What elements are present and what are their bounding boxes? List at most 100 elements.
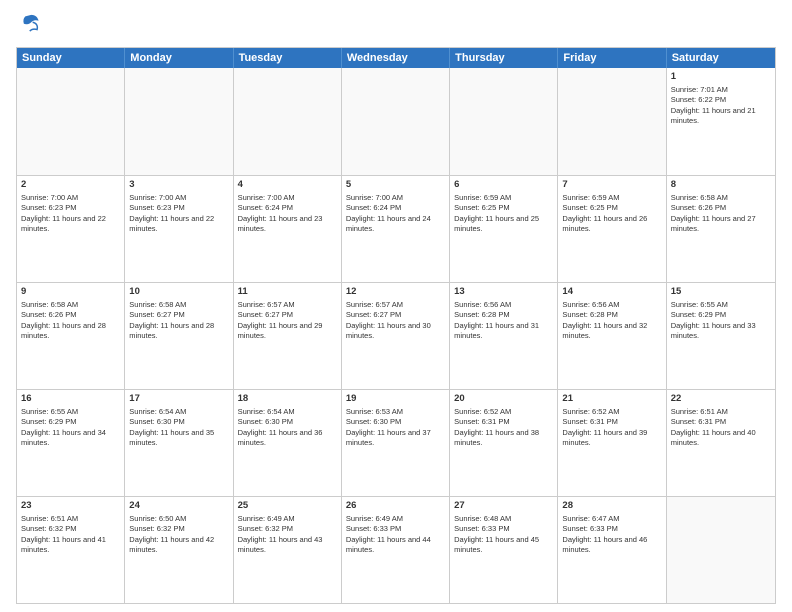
day-cell-23: 23Sunrise: 6:51 AM Sunset: 6:32 PM Dayli… [17, 497, 125, 603]
day-number: 1 [671, 71, 771, 84]
day-info: Sunrise: 6:47 AM Sunset: 6:33 PM Dayligh… [562, 514, 647, 555]
day-cell-11: 11Sunrise: 6:57 AM Sunset: 6:27 PM Dayli… [234, 283, 342, 389]
day-cell-13: 13Sunrise: 6:56 AM Sunset: 6:28 PM Dayli… [450, 283, 558, 389]
day-info: Sunrise: 6:48 AM Sunset: 6:33 PM Dayligh… [454, 514, 539, 555]
day-number: 8 [671, 179, 771, 192]
day-info: Sunrise: 6:53 AM Sunset: 6:30 PM Dayligh… [346, 407, 431, 448]
empty-cell [450, 68, 558, 175]
day-cell-12: 12Sunrise: 6:57 AM Sunset: 6:27 PM Dayli… [342, 283, 450, 389]
calendar-week-1: 1Sunrise: 7:01 AM Sunset: 6:22 PM Daylig… [17, 68, 775, 175]
day-cell-17: 17Sunrise: 6:54 AM Sunset: 6:30 PM Dayli… [125, 390, 233, 496]
day-number: 25 [238, 500, 337, 513]
weekday-header-sunday: Sunday [17, 48, 125, 68]
empty-cell [342, 68, 450, 175]
day-number: 28 [562, 500, 661, 513]
empty-cell [17, 68, 125, 175]
weekday-header-wednesday: Wednesday [342, 48, 450, 68]
day-info: Sunrise: 6:54 AM Sunset: 6:30 PM Dayligh… [238, 407, 323, 448]
calendar: SundayMondayTuesdayWednesdayThursdayFrid… [16, 47, 776, 604]
day-info: Sunrise: 6:57 AM Sunset: 6:27 PM Dayligh… [238, 300, 323, 341]
day-info: Sunrise: 6:56 AM Sunset: 6:28 PM Dayligh… [454, 300, 539, 341]
day-number: 5 [346, 179, 445, 192]
day-cell-19: 19Sunrise: 6:53 AM Sunset: 6:30 PM Dayli… [342, 390, 450, 496]
day-number: 26 [346, 500, 445, 513]
day-cell-1: 1Sunrise: 7:01 AM Sunset: 6:22 PM Daylig… [667, 68, 775, 175]
day-info: Sunrise: 7:00 AM Sunset: 6:24 PM Dayligh… [238, 193, 323, 234]
weekday-header-friday: Friday [558, 48, 666, 68]
day-number: 3 [129, 179, 228, 192]
day-info: Sunrise: 6:58 AM Sunset: 6:26 PM Dayligh… [671, 193, 756, 234]
day-number: 15 [671, 286, 771, 299]
day-cell-10: 10Sunrise: 6:58 AM Sunset: 6:27 PM Dayli… [125, 283, 233, 389]
day-cell-24: 24Sunrise: 6:50 AM Sunset: 6:32 PM Dayli… [125, 497, 233, 603]
day-number: 21 [562, 393, 661, 406]
weekday-header-tuesday: Tuesday [234, 48, 342, 68]
day-info: Sunrise: 6:49 AM Sunset: 6:33 PM Dayligh… [346, 514, 431, 555]
calendar-week-2: 2Sunrise: 7:00 AM Sunset: 6:23 PM Daylig… [17, 175, 775, 282]
day-cell-9: 9Sunrise: 6:58 AM Sunset: 6:26 PM Daylig… [17, 283, 125, 389]
day-number: 9 [21, 286, 120, 299]
day-cell-2: 2Sunrise: 7:00 AM Sunset: 6:23 PM Daylig… [17, 176, 125, 282]
day-number: 27 [454, 500, 553, 513]
day-cell-7: 7Sunrise: 6:59 AM Sunset: 6:25 PM Daylig… [558, 176, 666, 282]
calendar-header: SundayMondayTuesdayWednesdayThursdayFrid… [17, 48, 775, 68]
day-info: Sunrise: 6:50 AM Sunset: 6:32 PM Dayligh… [129, 514, 214, 555]
page: SundayMondayTuesdayWednesdayThursdayFrid… [0, 0, 792, 612]
day-info: Sunrise: 6:51 AM Sunset: 6:32 PM Dayligh… [21, 514, 106, 555]
day-cell-16: 16Sunrise: 6:55 AM Sunset: 6:29 PM Dayli… [17, 390, 125, 496]
day-info: Sunrise: 6:55 AM Sunset: 6:29 PM Dayligh… [21, 407, 106, 448]
calendar-body: 1Sunrise: 7:01 AM Sunset: 6:22 PM Daylig… [17, 68, 775, 603]
day-info: Sunrise: 6:57 AM Sunset: 6:27 PM Dayligh… [346, 300, 431, 341]
day-number: 14 [562, 286, 661, 299]
empty-cell [667, 497, 775, 603]
calendar-week-4: 16Sunrise: 6:55 AM Sunset: 6:29 PM Dayli… [17, 389, 775, 496]
day-cell-27: 27Sunrise: 6:48 AM Sunset: 6:33 PM Dayli… [450, 497, 558, 603]
day-number: 11 [238, 286, 337, 299]
day-number: 6 [454, 179, 553, 192]
day-cell-21: 21Sunrise: 6:52 AM Sunset: 6:31 PM Dayli… [558, 390, 666, 496]
day-info: Sunrise: 6:58 AM Sunset: 6:27 PM Dayligh… [129, 300, 214, 341]
empty-cell [558, 68, 666, 175]
day-cell-26: 26Sunrise: 6:49 AM Sunset: 6:33 PM Dayli… [342, 497, 450, 603]
calendar-week-3: 9Sunrise: 6:58 AM Sunset: 6:26 PM Daylig… [17, 282, 775, 389]
calendar-week-5: 23Sunrise: 6:51 AM Sunset: 6:32 PM Dayli… [17, 496, 775, 603]
day-info: Sunrise: 6:49 AM Sunset: 6:32 PM Dayligh… [238, 514, 323, 555]
day-info: Sunrise: 6:55 AM Sunset: 6:29 PM Dayligh… [671, 300, 756, 341]
day-cell-14: 14Sunrise: 6:56 AM Sunset: 6:28 PM Dayli… [558, 283, 666, 389]
day-info: Sunrise: 6:59 AM Sunset: 6:25 PM Dayligh… [454, 193, 539, 234]
day-info: Sunrise: 6:52 AM Sunset: 6:31 PM Dayligh… [562, 407, 647, 448]
day-number: 18 [238, 393, 337, 406]
day-number: 13 [454, 286, 553, 299]
day-info: Sunrise: 6:58 AM Sunset: 6:26 PM Dayligh… [21, 300, 106, 341]
day-info: Sunrise: 6:59 AM Sunset: 6:25 PM Dayligh… [562, 193, 647, 234]
day-number: 17 [129, 393, 228, 406]
day-number: 10 [129, 286, 228, 299]
day-number: 7 [562, 179, 661, 192]
day-cell-3: 3Sunrise: 7:00 AM Sunset: 6:23 PM Daylig… [125, 176, 233, 282]
day-cell-28: 28Sunrise: 6:47 AM Sunset: 6:33 PM Dayli… [558, 497, 666, 603]
day-cell-18: 18Sunrise: 6:54 AM Sunset: 6:30 PM Dayli… [234, 390, 342, 496]
day-cell-5: 5Sunrise: 7:00 AM Sunset: 6:24 PM Daylig… [342, 176, 450, 282]
empty-cell [125, 68, 233, 175]
day-info: Sunrise: 7:00 AM Sunset: 6:23 PM Dayligh… [21, 193, 106, 234]
day-number: 24 [129, 500, 228, 513]
day-number: 16 [21, 393, 120, 406]
empty-cell [234, 68, 342, 175]
day-info: Sunrise: 7:00 AM Sunset: 6:24 PM Dayligh… [346, 193, 431, 234]
day-number: 19 [346, 393, 445, 406]
day-cell-20: 20Sunrise: 6:52 AM Sunset: 6:31 PM Dayli… [450, 390, 558, 496]
day-info: Sunrise: 6:52 AM Sunset: 6:31 PM Dayligh… [454, 407, 539, 448]
day-number: 2 [21, 179, 120, 192]
day-info: Sunrise: 7:01 AM Sunset: 6:22 PM Dayligh… [671, 85, 756, 126]
day-cell-8: 8Sunrise: 6:58 AM Sunset: 6:26 PM Daylig… [667, 176, 775, 282]
day-info: Sunrise: 6:54 AM Sunset: 6:30 PM Dayligh… [129, 407, 214, 448]
logo-icon [18, 12, 40, 34]
weekday-header-monday: Monday [125, 48, 233, 68]
day-number: 4 [238, 179, 337, 192]
day-number: 12 [346, 286, 445, 299]
header [16, 12, 776, 39]
day-info: Sunrise: 6:51 AM Sunset: 6:31 PM Dayligh… [671, 407, 756, 448]
weekday-header-thursday: Thursday [450, 48, 558, 68]
day-info: Sunrise: 6:56 AM Sunset: 6:28 PM Dayligh… [562, 300, 647, 341]
weekday-header-saturday: Saturday [667, 48, 775, 68]
